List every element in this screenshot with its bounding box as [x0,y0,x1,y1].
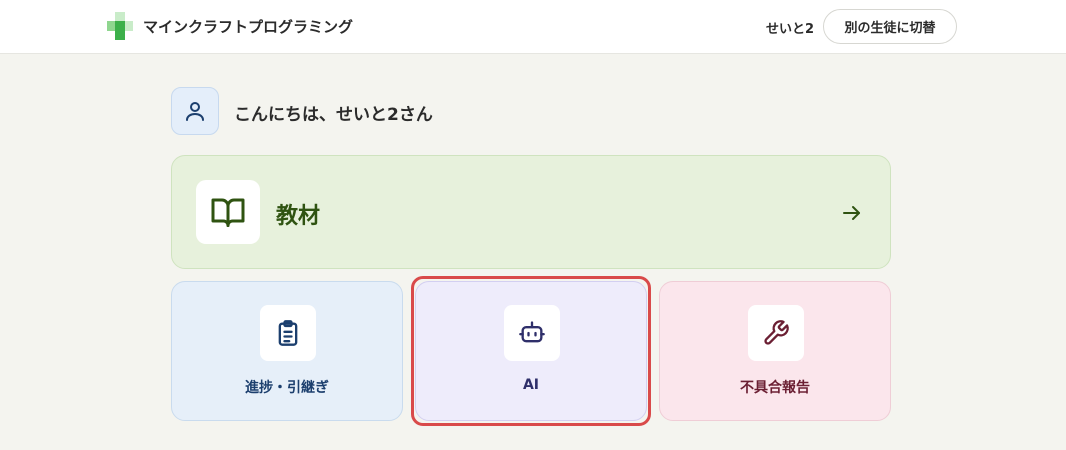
report-card-label: 不具合報告 [740,380,810,396]
top-header: マインクラフトプログラミング せいと2 別の生徒に切替 [0,0,1066,54]
robot-icon [519,321,545,343]
progress-icon-container [260,305,316,361]
report-icon-container [748,305,804,361]
green-cross-logo-icon [107,12,133,40]
open-book-icon [211,198,245,227]
clipboard-icon [278,320,298,346]
app-title: マインクラフトプログラミング [143,18,354,36]
progress-handover-card[interactable]: 進捗・引継ぎ [171,281,403,421]
materials-card[interactable]: 教材 [171,155,891,269]
ai-card-label: AI [522,377,540,393]
arrow-right-icon [843,206,860,220]
wrench-icon [764,320,789,345]
materials-icon-container [196,180,260,244]
switch-student-button[interactable]: 別の生徒に切替 [823,9,957,44]
user-icon [186,102,204,121]
user-avatar [171,87,219,135]
ai-card[interactable]: AI [415,281,647,421]
ai-icon-container [504,305,560,361]
current-user-name: せいと2 [766,22,815,37]
materials-label: 教材 [276,204,321,229]
greeting-text: こんにちは、せいと2さん [234,105,433,125]
bug-report-card[interactable]: 不具合報告 [659,281,891,421]
progress-card-label: 進捗・引継ぎ [245,380,329,396]
